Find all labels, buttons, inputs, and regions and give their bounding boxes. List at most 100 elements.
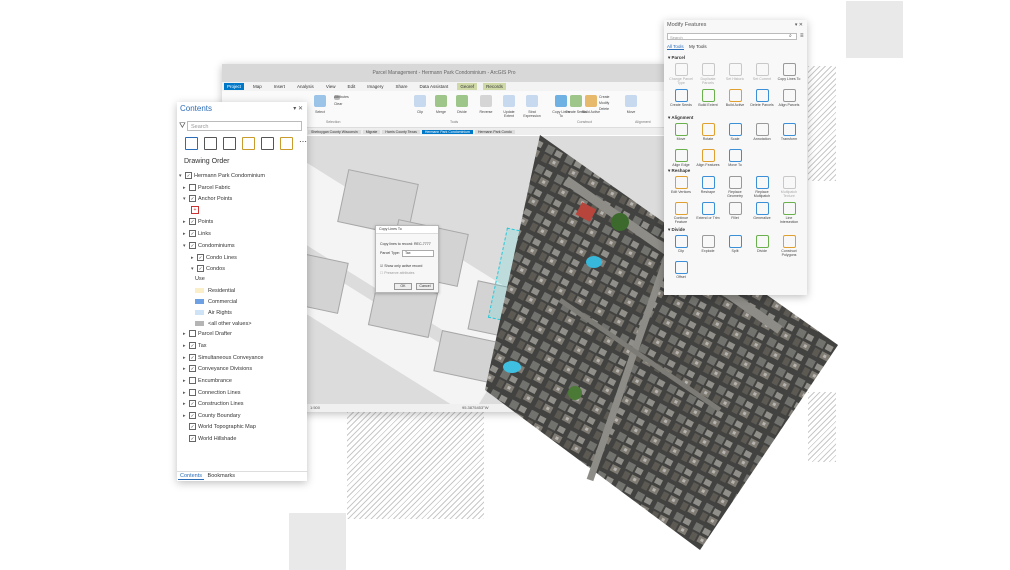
tool-set-historic[interactable]: Set Historic [722,63,748,81]
tab-imagery[interactable]: Imagery [364,83,386,90]
ok-button[interactable]: OK [394,283,412,290]
tool-replace-multipatch[interactable]: Replace Multipatch [749,176,775,198]
layer-visibility-checkbox[interactable]: ✓ [189,218,196,225]
tab-edit[interactable]: Edit [345,83,359,90]
map-tab-hermann-park-condo[interactable]: Hermann Park Condo [474,129,515,134]
tool-continue-feature[interactable]: Continue Feature [668,202,694,224]
layer-item[interactable]: ▸ ✓ Construction Lines [183,400,244,407]
layer-item[interactable]: ▸ ✓ Simultaneous Conveyance [183,354,263,361]
layer-item[interactable]: ▸ ✓ Condo Lines [191,254,237,261]
tool-rotate[interactable]: Rotate [695,123,721,141]
layer-visibility-checkbox[interactable]: ✓ [189,412,196,419]
tab-map[interactable]: Map [250,83,265,90]
layer-visibility-checkbox[interactable] [189,184,196,191]
tool-set-current[interactable]: Set Current [749,63,775,81]
list-by-labeling-icon[interactable] [280,137,293,150]
more-options-icon[interactable]: ⋯ [299,137,310,148]
map-tab-sheboygan[interactable]: Sheboygan County Wisconsin [308,129,361,134]
delete-button-label[interactable]: Delete [599,107,621,111]
menu-icon[interactable]: ≡ [800,33,804,39]
layer-item[interactable]: ▸ Parcel Drafter [183,330,232,337]
pane-controls-icon[interactable]: ▾ ✕ [293,102,303,116]
tool-change-parcel-type[interactable]: Change Parcel Type [668,63,694,85]
tool-construct-polygons[interactable]: Construct Polygons [776,235,802,257]
layer-item[interactable]: ▾ ✓ Condos [191,265,225,272]
tool-line-intersection[interactable]: Line Intersection [776,202,802,224]
cancel-button[interactable]: Cancel [416,283,434,290]
tool-generalize[interactable]: Generalize [749,202,775,220]
map-tab-harris[interactable]: Harris County Texas [382,129,420,134]
tool-extend-or-trim[interactable]: Extend or Trim [695,202,721,220]
layer-visibility-checkbox[interactable] [189,377,196,384]
layer-root[interactable]: ▾ ✓ Hermann Park Condominium [179,172,265,179]
tab-view[interactable]: View [323,83,339,90]
tab-contents[interactable]: Contents [178,473,205,480]
layer-item[interactable]: ▾ ✓ Condominiums [183,242,235,249]
list-by-snapping-icon[interactable] [261,137,274,150]
create-seeds-icon[interactable] [570,95,582,107]
tool-transform[interactable]: Transform [776,123,802,141]
layer-item[interactable]: ▸ ✓ Points [183,218,213,225]
section-alignment[interactable]: ▾ Alignment [668,115,693,121]
modify-button-label[interactable]: Modify [599,101,621,105]
tool-move[interactable]: Move [668,123,694,141]
filter-icon[interactable]: ⛛ [179,121,186,131]
tab-data-assistant[interactable]: Data Assistant [417,83,452,90]
tab-share[interactable]: Share [393,83,411,90]
tab-bookmarks[interactable]: Bookmarks [206,473,238,479]
clip-icon[interactable] [414,95,426,107]
tool-split[interactable]: Split [722,235,748,253]
tool-duplicate-parcels[interactable]: Duplicate Parcels [695,63,721,85]
tab-project[interactable]: Project [224,83,245,90]
list-by-selection-icon[interactable] [223,137,236,150]
layer-visibility-checkbox[interactable]: ✓ [189,242,196,249]
select-icon[interactable] [314,95,326,107]
reverse-icon[interactable] [480,95,492,107]
scale-readout[interactable]: 1:500 [310,405,320,410]
tool-offset[interactable]: Offset [668,261,694,279]
map-tab-hermann-park[interactable]: Hermann Park Condominium [421,129,473,134]
tab-georef[interactable]: Georef [457,83,478,90]
layer-item[interactable]: ▸ Parcel Fabric [183,184,230,191]
layer-item[interactable]: ▾ ✓ Anchor Points [183,195,232,202]
divide-icon[interactable] [456,95,468,107]
tool-reshape[interactable]: Reshape [695,176,721,194]
layer-visibility-checkbox[interactable] [189,330,196,337]
tool-align-parcels[interactable]: Align Parcels [776,89,802,107]
tab-records[interactable]: Records [483,83,506,90]
build-active-icon[interactable] [585,95,597,107]
update-extent-icon[interactable] [503,95,515,107]
tool-delete-parcels[interactable]: Delete Parcels [749,89,775,107]
tool-edit-vertices[interactable]: Edit Vertices [668,176,694,194]
layer-visibility-checkbox[interactable]: ✓ [197,265,204,272]
modify-search-input[interactable]: Search [667,33,797,40]
tool-annotation[interactable]: Annotation [749,123,775,141]
layer-visibility-checkbox[interactable]: ✓ [197,254,204,261]
tool-copy-lines-to[interactable]: Copy Lines To [776,63,802,81]
layer-item[interactable]: ✓ World Hillshade [183,435,236,442]
layer-visibility-checkbox[interactable]: ✓ [189,365,196,372]
list-by-source-icon[interactable] [204,137,217,150]
tool-replace-geometry[interactable]: Replace Geometry [722,176,748,198]
pane-controls-icon[interactable]: ▾ ✕ [795,20,803,30]
layer-item[interactable]: ▸ ✓ County Boundary [183,412,241,419]
section-divide[interactable]: ▾ Divide [668,227,685,233]
tool-build-active[interactable]: Build Active [722,89,748,107]
show-active-checkbox[interactable]: ☑ Show only active record [380,264,422,268]
tool-move-to[interactable]: Move To [722,149,748,167]
tool-align-features[interactable]: Align Features [695,149,721,167]
layer-visibility-checkbox[interactable]: ✓ [189,354,196,361]
layer-visibility-checkbox[interactable]: ✓ [189,423,196,430]
layer-item[interactable]: ▸ Encumbrance [183,377,232,384]
merge-icon[interactable] [435,95,447,107]
tool-build-extent[interactable]: Build Extent [695,89,721,107]
tool-explode[interactable]: Explode [695,235,721,253]
copy-lines-to-icon[interactable] [555,95,567,107]
layer-item[interactable]: ✓ World Topographic Map [183,423,256,430]
tab-all-tools[interactable]: All Tools [667,44,684,50]
parcel-type-select[interactable]: Tax [402,250,434,257]
layer-visibility-checkbox[interactable]: ✓ [189,435,196,442]
expression-icon[interactable] [526,95,538,107]
tab-analysis[interactable]: Analysis [294,83,317,90]
tool-fillet[interactable]: Fillet [722,202,748,220]
